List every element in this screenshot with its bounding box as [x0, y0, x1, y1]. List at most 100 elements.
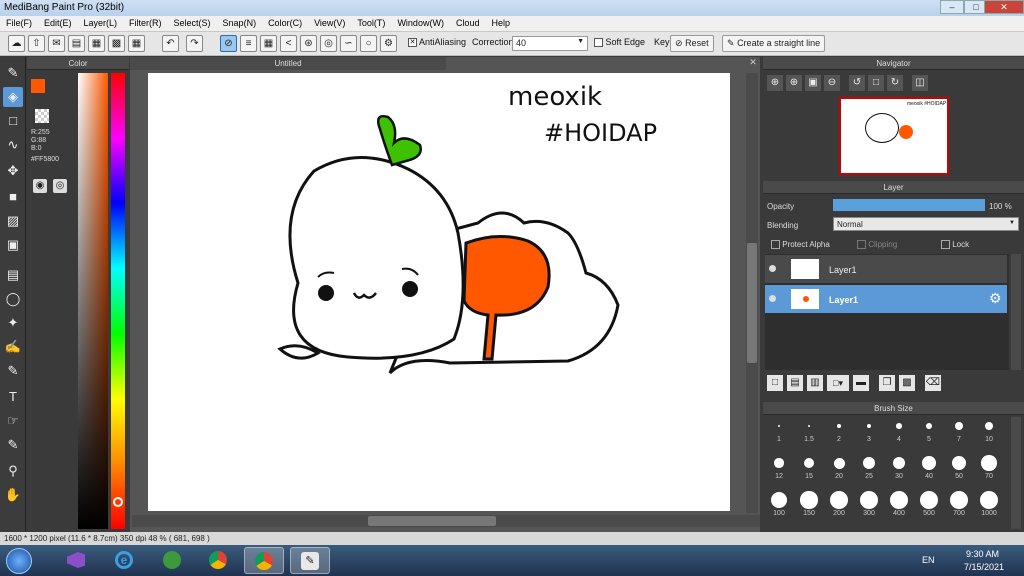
new-1bit-layer-icon[interactable]: ▥	[807, 375, 823, 391]
hue-slider-handle[interactable]	[113, 497, 123, 507]
brush-size-option[interactable]: 20	[825, 454, 853, 482]
brush-size-option[interactable]: 500	[915, 491, 943, 519]
magic-wand-tool-icon[interactable]: ✦	[3, 313, 23, 333]
reset-button[interactable]: ⊘ Reset	[670, 35, 714, 52]
new-halftone-layer-icon[interactable]: ▤	[787, 375, 803, 391]
saturation-box[interactable]	[78, 73, 108, 529]
add-layer-menu-icon[interactable]: □▾	[827, 375, 849, 391]
document-close-icon[interactable]: ✕	[746, 57, 760, 70]
comment-icon[interactable]: ✉	[48, 35, 65, 52]
brush-size-option[interactable]: 7	[945, 417, 973, 445]
antialias-checkbox[interactable]: ✕ AntiAliasing	[408, 37, 466, 48]
radial-snap-icon[interactable]: ⊛	[300, 35, 317, 52]
snap-settings-icon[interactable]: ⚙	[380, 35, 397, 52]
circle-snap-icon[interactable]: ○	[360, 35, 377, 52]
horizontal-scrollbar[interactable]	[132, 515, 760, 527]
brush-size-option[interactable]: 10	[975, 417, 1003, 445]
brush-tool-icon[interactable]: ✎	[3, 63, 23, 83]
rotate-left-icon[interactable]: ↺	[849, 75, 865, 91]
brush-size-option[interactable]: 400	[885, 491, 913, 519]
redo-icon[interactable]: ↷	[186, 35, 203, 52]
brush-size-option[interactable]: 3	[855, 417, 883, 445]
vertical-scroll-thumb[interactable]	[747, 243, 757, 363]
menu-snap[interactable]: Snap(N)	[217, 16, 263, 31]
operation-tool-icon[interactable]: ☞	[3, 411, 23, 431]
internet-explorer-icon[interactable]: e	[104, 547, 144, 574]
straight-line-button[interactable]: ✎ Create a straight line	[722, 35, 826, 52]
brush-size-option[interactable]: 300	[855, 491, 883, 519]
eyedropper-tool-icon[interactable]: ⚲	[3, 461, 23, 481]
zoom-in-icon[interactable]: ⊕	[786, 75, 802, 91]
cloud-icon[interactable]: ☁	[8, 35, 25, 52]
chrome-active-icon[interactable]	[244, 547, 284, 574]
rotate-right-icon[interactable]: ↻	[887, 75, 903, 91]
menu-filter[interactable]: Filter(R)	[123, 16, 168, 31]
eye-icon[interactable]	[769, 295, 776, 302]
brush-size-option[interactable]: 50	[945, 454, 973, 482]
menu-help[interactable]: Help	[485, 16, 516, 31]
horizontal-scroll-thumb[interactable]	[368, 516, 496, 526]
fit-view-icon[interactable]: ▣	[805, 75, 821, 91]
zoom-out-icon[interactable]: ⊖	[824, 75, 840, 91]
concentric-snap-icon[interactable]: ◎	[320, 35, 337, 52]
select-eraser-tool-icon[interactable]: ✎	[3, 361, 23, 381]
gear-icon[interactable]: ⚙	[989, 290, 1002, 307]
menu-color[interactable]: Color(C)	[262, 16, 308, 31]
brush-size-option[interactable]: 150	[795, 491, 823, 519]
share-icon[interactable]: ⇧	[28, 35, 45, 52]
undo-icon[interactable]: ↶	[162, 35, 179, 52]
hand-tool-icon[interactable]: ✋	[3, 485, 23, 505]
parallel-snap-icon[interactable]: ≡	[240, 35, 257, 52]
navigator-thumbnail[interactable]: meoxik #HOIDAP	[839, 97, 949, 175]
merge-layer-icon[interactable]: ▩	[899, 375, 915, 391]
brush-size-scrollbar[interactable]	[1011, 417, 1021, 529]
brush-size-option[interactable]: 200	[825, 491, 853, 519]
folder-icon[interactable]: ▬	[853, 375, 869, 391]
menu-cloud[interactable]: Cloud	[450, 16, 486, 31]
brush-size-option[interactable]: 1.5	[795, 417, 823, 445]
transparent-swatch[interactable]	[35, 109, 49, 123]
document-icon[interactable]: ▦	[88, 35, 105, 52]
menu-layer[interactable]: Layer(L)	[78, 16, 124, 31]
visual-studio-icon[interactable]	[56, 547, 96, 574]
brush-size-option[interactable]: 70	[975, 454, 1003, 482]
blur-tool-icon[interactable]: ∿	[3, 135, 23, 155]
protect-alpha-checkbox[interactable]: Protect Alpha	[771, 240, 830, 250]
select-pen-tool-icon[interactable]: ✍	[3, 337, 23, 357]
vanishing-snap-icon[interactable]: <	[280, 35, 297, 52]
clock-date[interactable]: 7/15/2021	[964, 562, 1004, 572]
new-layer-icon[interactable]: □	[767, 375, 783, 391]
trash-icon[interactable]: ⌫	[925, 375, 941, 391]
brush-size-option[interactable]: 1000	[975, 491, 1003, 519]
layer-scrollbar[interactable]	[1011, 254, 1021, 370]
minimize-button[interactable]: –	[940, 0, 964, 14]
message-icon[interactable]: ▤	[68, 35, 85, 52]
eraser-tool-icon[interactable]: ◈	[3, 87, 23, 107]
flip-icon[interactable]: ◫	[912, 75, 928, 91]
opacity-slider[interactable]	[833, 199, 985, 211]
zoom-in-icon[interactable]: ⊕	[767, 75, 783, 91]
dot-tool-icon[interactable]: □	[3, 111, 23, 131]
brush-size-option[interactable]: 4	[885, 417, 913, 445]
menu-file[interactable]: File(F)	[0, 16, 38, 31]
text-tool-icon[interactable]: T	[3, 387, 23, 407]
gradation-tool-icon[interactable]: ▣	[3, 235, 23, 255]
brush-size-option[interactable]: 2	[825, 417, 853, 445]
shape-tool-icon[interactable]: ■	[3, 187, 23, 207]
brush-size-option[interactable]: 1	[765, 417, 793, 445]
clipping-checkbox[interactable]: Clipping	[857, 240, 897, 250]
curve-snap-icon[interactable]: ∽	[340, 35, 357, 52]
eye-icon[interactable]	[769, 265, 776, 272]
menu-tool[interactable]: Tool(T)	[351, 16, 391, 31]
snap-off-icon[interactable]: ⊘	[220, 35, 237, 52]
vertical-scrollbar[interactable]	[746, 73, 758, 513]
color-picker-icon[interactable]: ◎	[53, 179, 67, 193]
lasso-tool-icon[interactable]: ◯	[3, 289, 23, 309]
divide-tool-icon[interactable]: ✎	[3, 435, 23, 455]
layer-row-selected[interactable]: Layer1 ⚙	[765, 285, 1007, 313]
soft-edge-checkbox[interactable]: Soft Edge	[594, 37, 645, 48]
brush-size-option[interactable]: 25	[855, 454, 883, 482]
brush-size-option[interactable]: 15	[795, 454, 823, 482]
chrome-icon[interactable]	[198, 547, 238, 574]
language-indicator[interactable]: EN	[922, 555, 935, 565]
